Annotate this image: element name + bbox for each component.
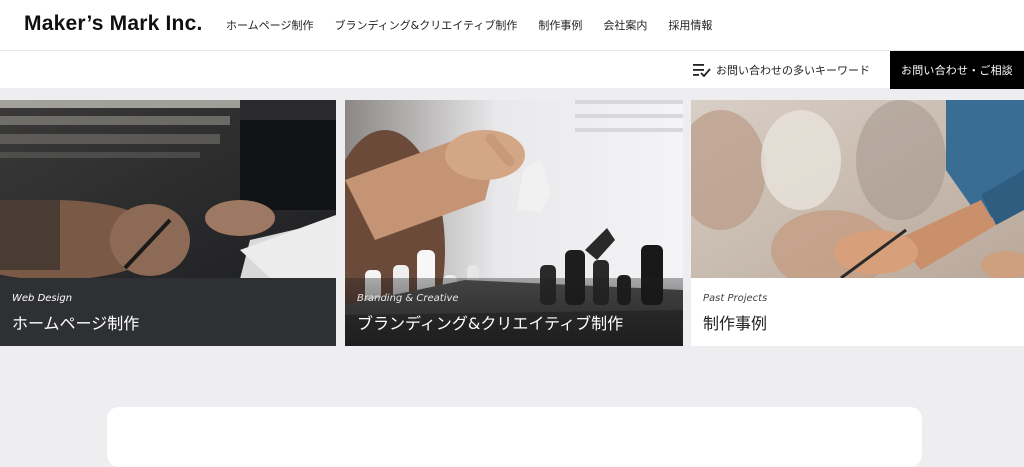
nav-item-homepage[interactable]: ホームページ制作 — [226, 17, 313, 33]
card-title: ホームページ制作 — [12, 314, 140, 333]
faq-keywords-label: お問い合わせの多いキーワード — [716, 64, 870, 77]
card-past-projects[interactable]: Past Projects 制作事例 — [691, 100, 1024, 346]
nav-item-recruit[interactable]: 採用情報 — [668, 17, 712, 33]
card-web-design[interactable]: Web Design ホームページ制作 — [0, 100, 336, 346]
faq-keywords-link[interactable]: お問い合わせの多いキーワード — [693, 62, 870, 78]
main-nav: ホームページ制作 ブランディング&クリエイティブ制作 制作事例 会社案内 採用情… — [226, 17, 733, 33]
checklist-icon — [693, 64, 711, 77]
content-panel — [107, 407, 922, 467]
card-en-label: Past Projects — [703, 293, 768, 304]
site-logo[interactable]: Maker’s Mark Inc. — [24, 12, 203, 36]
site-header: Maker’s Mark Inc. ホームページ制作 ブランディング&クリエイテ… — [0, 0, 1024, 50]
card-title: ブランディング&クリエイティブ制作 — [357, 314, 624, 333]
contact-button[interactable]: お問い合わせ・ご相談 — [890, 51, 1024, 89]
card-title: 制作事例 — [703, 314, 768, 333]
branding-caption: Branding & Creative ブランディング&クリエイティブ制作 — [345, 278, 683, 346]
nav-item-company[interactable]: 会社案内 — [603, 17, 647, 33]
web-design-photo — [0, 100, 336, 278]
nav-item-branding[interactable]: ブランディング&クリエイティブ制作 — [334, 17, 517, 33]
card-en-label: Web Design — [12, 293, 73, 304]
past-projects-caption: Past Projects 制作事例 — [691, 278, 1024, 346]
sub-header: お問い合わせの多いキーワード お問い合わせ・ご相談 — [0, 50, 1024, 89]
card-branding[interactable]: Branding & Creative ブランディング&クリエイティブ制作 — [345, 100, 683, 346]
nav-item-works[interactable]: 制作事例 — [538, 17, 582, 33]
web-design-caption: Web Design ホームページ制作 — [0, 278, 336, 346]
past-projects-photo — [691, 100, 1024, 278]
card-en-label: Branding & Creative — [357, 293, 459, 304]
